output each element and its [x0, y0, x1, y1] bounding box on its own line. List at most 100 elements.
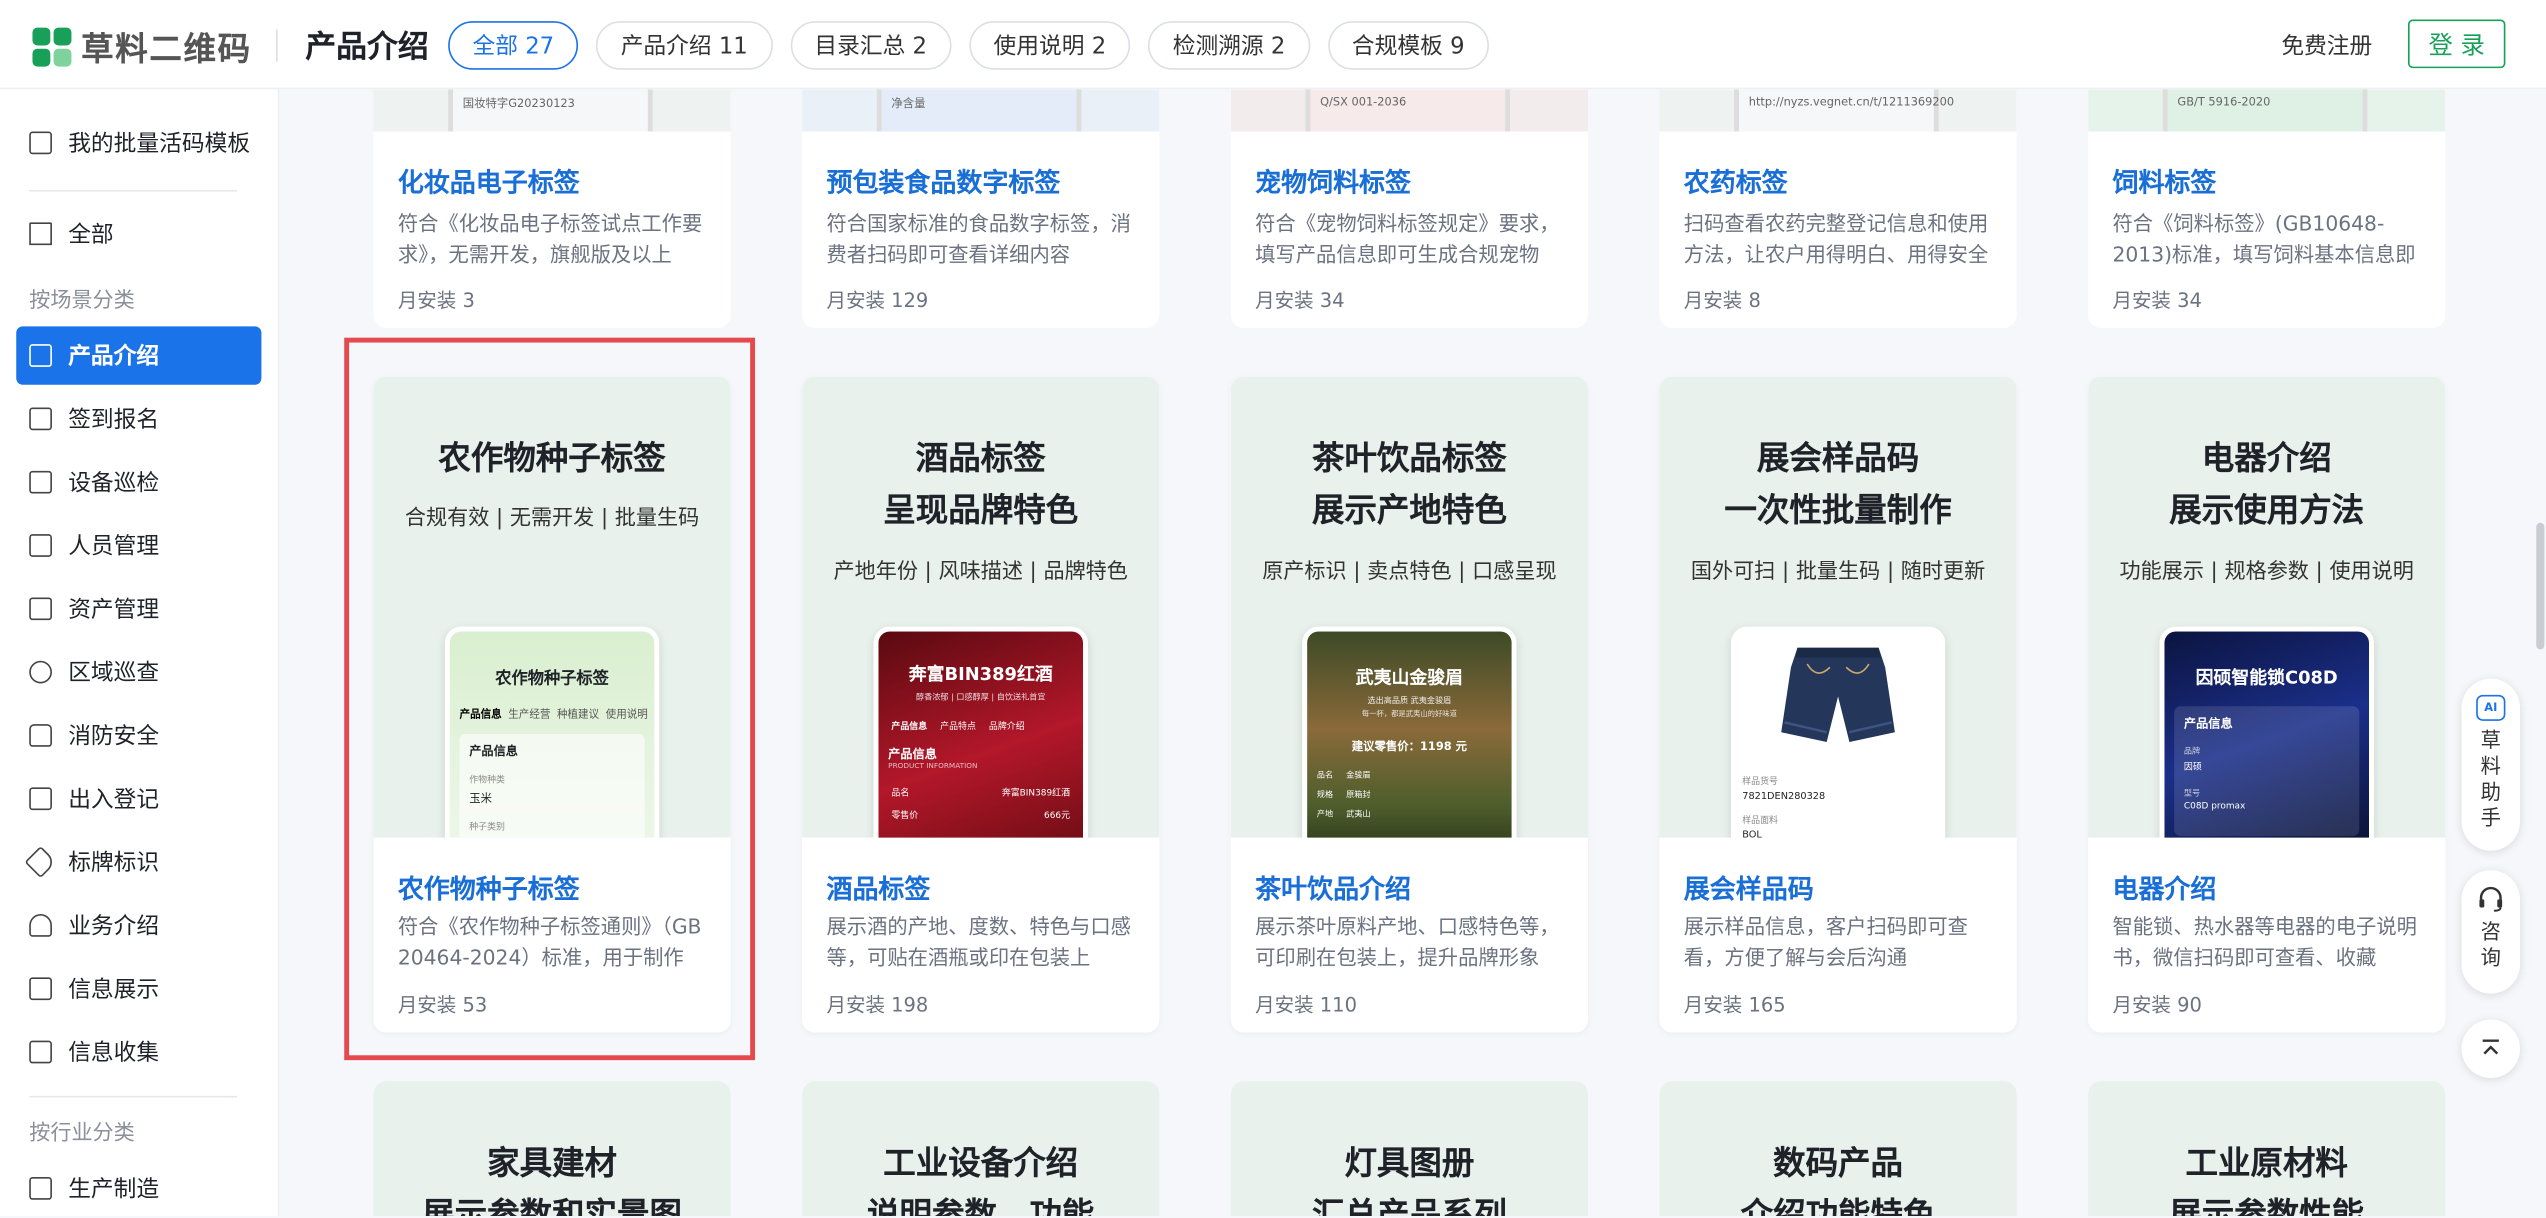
preview-tabs: 产品信息 生产经营 种植建议 使用说明: [460, 705, 655, 721]
headset-icon: [2479, 886, 2503, 912]
tab-manual[interactable]: 使用说明 2: [969, 21, 1131, 70]
hero-title-line2: 呈现品牌特色: [883, 490, 1079, 530]
hero-subtitle: 产地年份 | 风味描述 | 品牌特色: [833, 560, 1128, 585]
preview-value: 金骏眉: [1346, 771, 1371, 781]
sidebar-item-fire-safety[interactable]: 消防安全: [16, 706, 261, 764]
user-icon: [29, 914, 52, 937]
top-header: 草料二维码 产品介绍 全部 27 产品介绍 11 目录汇总 2 使用说明 2 检…: [0, 0, 2546, 90]
hero-title: 茶叶饮品标签: [1311, 438, 1507, 478]
preview-tab: 使用说明: [605, 707, 648, 721]
preview-row: 零售价 666元: [891, 809, 1070, 822]
card-description: 扫码查看农药完整登记信息和使用方法，让农户用得明白、用得安全: [1683, 211, 1989, 267]
template-card[interactable]: 数码产品 介绍功能特色: [1659, 1081, 2017, 1216]
card-title: 展会样品码: [1683, 873, 1814, 905]
bookmark-icon: [29, 222, 52, 246]
sidebar-item-product-intro[interactable]: 产品介绍: [16, 326, 262, 385]
template-card[interactable]: Q/SX 001-2036 宠物饲料标签 符合《宠物饲料标签规定》要求，填写产品…: [1230, 89, 1589, 328]
tab-traceability[interactable]: 检测溯源 2: [1148, 21, 1310, 70]
hero-title-line2: 展示使用方法: [2169, 490, 2365, 530]
preview-value: 奔富BIN389红酒: [1001, 789, 1071, 799]
tab-compliance[interactable]: 合规模板 9: [1327, 21, 1489, 70]
login-button[interactable]: 登 录: [2407, 19, 2506, 69]
tab-product-intro[interactable]: 产品介绍 11: [596, 21, 773, 70]
tab-all[interactable]: 全部 27: [448, 21, 579, 70]
register-link[interactable]: 免费注册: [2281, 29, 2372, 61]
back-to-top-icon: [2482, 1039, 2499, 1055]
consult-button[interactable]: 咨询: [2461, 870, 2521, 994]
scrollbar-thumb[interactable]: [2536, 522, 2545, 650]
tag-icon: [24, 846, 57, 879]
template-card[interactable]: 净含量 预包装食品数字标签 符合国家标准的食品数字标签，消费者扫码即可查看详细内…: [802, 89, 1160, 328]
hero-subtitle: 原产标识 | 卖点特色 | 口感呈现: [1262, 560, 1557, 585]
tab-catalog[interactable]: 目录汇总 2: [789, 21, 952, 70]
template-card-exhibition[interactable]: 展会样品码 一次性批量制作 国外可扫 | 批量生码 | 随时更新 样品货号 78…: [1659, 376, 2017, 1033]
sidebar-item-info-display[interactable]: 信息展示: [16, 959, 261, 1017]
sidebar-item-area-patrol[interactable]: 区域巡查: [16, 643, 261, 701]
sidebar-item-label: 出入登记: [68, 787, 160, 814]
card-hero: 展会样品码 一次性批量制作 国外可扫 | 批量生码 | 随时更新 样品货号 78…: [1659, 376, 2017, 838]
card-body: 电器介绍 智能锁、热水器等电器的电子说明书，微信扫码即可查看、收藏 月安装 90: [2088, 837, 2446, 1033]
page-title: 产品介绍: [305, 29, 429, 65]
preview-section-title: 产品信息: [888, 746, 937, 762]
card-body: 酒品标签 展示酒的产地、度数、特色与口感等，可贴在酒瓶或印在包装上 月安装 19…: [802, 837, 1160, 1033]
asset-icon: [29, 597, 52, 621]
preview-value: 原箱封: [1346, 790, 1371, 801]
sidebar-item-signage[interactable]: 标牌标识: [16, 833, 261, 891]
sidebar-item-personnel[interactable]: 人员管理: [16, 516, 261, 574]
hero-title: 酒品标签: [915, 438, 1046, 478]
ai-assistant-button[interactable]: AI 草料助手: [2461, 678, 2521, 851]
back-to-top-button[interactable]: [2461, 1019, 2521, 1079]
card-title: 预包装食品数字标签: [826, 167, 1061, 199]
template-card-tea[interactable]: 茶叶饮品标签 展示产地特色 原产标识 | 卖点特色 | 口感呈现 武夷山金骏眉 …: [1230, 376, 1589, 1033]
card-description: 展示茶叶原料产地、口感特色等，可印刷在包装上，提升品牌形象: [1255, 914, 1560, 970]
template-card[interactable]: GB/T 5916-2020 饲料标签 符合《饲料标签》(GB10648-201…: [2088, 89, 2446, 328]
template-card[interactable]: 家具建材 展示参数和实景图: [373, 1081, 731, 1216]
card-hero: 电器介绍 展示使用方法 功能展示 | 规格参数 | 使用说明 因硕智能锁C08D…: [2088, 376, 2446, 838]
template-card[interactable]: 灯具图册 汇总产品系列: [1230, 1081, 1589, 1216]
preview-text: http://nyzs.vegnet.cn/t/1211369200: [1734, 89, 1954, 132]
sidebar-item-label: 设备巡检: [68, 470, 160, 497]
logo[interactable]: 草料二维码: [32, 23, 251, 70]
preview-label: 品牌: [2183, 746, 2201, 757]
hero-title-line2: 展示参数和实景图: [422, 1194, 682, 1216]
page: 草料二维码 产品介绍 全部 27 产品介绍 11 目录汇总 2 使用说明 2 检…: [0, 0, 2546, 1217]
template-card-appliance[interactable]: 电器介绍 展示使用方法 功能展示 | 规格参数 | 使用说明 因硕智能锁C08D…: [2088, 376, 2446, 1033]
monthly-installs: 月安装 53: [397, 993, 488, 1017]
card-hero: 茶叶饮品标签 展示产地特色 原产标识 | 卖点特色 | 口感呈现 武夷山金骏眉 …: [1230, 376, 1589, 838]
monthly-installs: 月安装 110: [1255, 993, 1358, 1017]
sidebar-item-inspection[interactable]: 设备巡检: [16, 453, 261, 511]
template-card[interactable]: 工业原材料 展示参数性能: [2088, 1081, 2446, 1216]
template-card[interactable]: http://nyzs.vegnet.cn/t/1211369200 农药标签 …: [1659, 89, 2017, 328]
sidebar-item-signin[interactable]: 签到报名: [16, 390, 261, 448]
preview-value: 武夷山: [1346, 810, 1371, 820]
sidebar-item-all[interactable]: 全部: [16, 205, 261, 263]
sidebar-item-business[interactable]: 业务介绍: [16, 896, 261, 954]
card-preview: 净含量: [802, 89, 1160, 132]
hero-title: 农作物种子标签: [438, 438, 666, 478]
card-description: 符合国家标准的食品数字标签，消费者扫码即可查看详细内容: [826, 211, 1131, 267]
sidebar-item-info-collect[interactable]: 信息收集: [16, 1023, 261, 1081]
card-title: 化妆品电子标签: [397, 167, 580, 199]
sidebar-item-label: 产品介绍: [68, 344, 160, 371]
sidebar-item-label: 签到报名: [68, 407, 160, 434]
template-card[interactable]: 工业设备介绍 说明参数、功能: [802, 1081, 1160, 1216]
preview-section: 产品信息 品牌 因硕 型号 C08D promax: [2174, 706, 2360, 837]
sidebar-item-assets[interactable]: 资产管理: [16, 580, 261, 638]
card-description: 展示酒的产地、度数、特色与口感等，可贴在酒瓶或印在包装上: [826, 914, 1131, 970]
sidebar-item-entry-log[interactable]: 出入登记: [16, 770, 261, 828]
sidebar-item-my-templates[interactable]: 我的批量活码模板: [16, 114, 261, 172]
card-description: 符合《宠物饲料标签规定》要求，填写产品信息即可生成合规宠物饲...: [1255, 211, 1560, 267]
template-card[interactable]: 国妆特字G20230123 化妆品电子标签 符合《化妆品电子标签试点工作要求》，…: [373, 89, 731, 328]
template-card-wine[interactable]: 酒品标签 呈现品牌特色 产地年份 | 风味描述 | 品牌特色 奔富BIN389红…: [802, 376, 1160, 1033]
card-body: 农作物种子标签 符合《农作物种子标签通则》（GB 20464-2024）标准，用…: [373, 837, 731, 1033]
sidebar-item-label: 信息展示: [68, 977, 160, 1004]
template-card-seed[interactable]: 农作物种子标签 合规有效 | 无需开发 | 批量生码 农作物种子标签 产品信息 …: [373, 376, 731, 1033]
preview-title: 农作物种子标签: [495, 670, 609, 689]
card-title: 饲料标签: [2112, 167, 2217, 199]
hero-title-line2: 汇总产品系列: [1311, 1194, 1507, 1216]
monthly-installs: 月安装 34: [1255, 288, 1345, 312]
preview-label: 样品面料: [1742, 816, 1779, 827]
sidebar-item-manufacturing[interactable]: 生产制造: [16, 1159, 261, 1217]
document-icon: [29, 344, 52, 367]
group-industry-label: 按行业分类: [29, 1121, 135, 1147]
